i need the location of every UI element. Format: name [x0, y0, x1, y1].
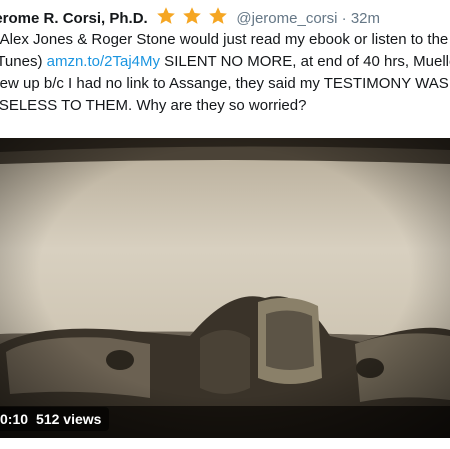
video-view-count: 512 views	[36, 411, 102, 427]
header-separator: ·	[341, 10, 347, 27]
tweet-header: Jerome R. Corsi, Ph.D. @jerome_corsi · 3…	[0, 6, 450, 28]
tweet-text-line: If Alex Jones & Roger Stone would just r…	[0, 29, 450, 51]
tweet-timestamp[interactable]: 32m	[351, 10, 380, 27]
tweet-text-segment: (iTunes)	[0, 53, 43, 70]
tweet-text-segment: blew up b/c I had no link to Assange, th…	[0, 75, 449, 92]
star-icon	[157, 7, 175, 24]
tweet-text-line: blew up b/c I had no link to Assange, th…	[0, 73, 450, 95]
star-icon	[209, 7, 228, 24]
author-name[interactable]: Jerome R. Corsi, Ph.D.	[0, 10, 148, 27]
star-icon	[183, 7, 201, 24]
tweet-text-line: USELESS TO THEM. Why are they so worried…	[0, 95, 450, 117]
tweet-text-segment: USELESS TO THEM. Why are they so worried…	[0, 97, 307, 114]
bottom-strip	[0, 438, 450, 449]
tweet-text-segment: If Alex Jones & Roger Stone would just r…	[0, 31, 449, 48]
tweet-text-segment: SILENT NO MORE, at end of 40 hrs, Muelle…	[160, 53, 450, 70]
video-elapsed-time: 0:10	[0, 411, 29, 427]
video-player[interactable]	[0, 138, 450, 438]
author-handle[interactable]: @jerome_corsi	[236, 10, 337, 27]
tweet-text-line: (iTunes) amzn.to/2Taj4My SILENT NO MORE,…	[0, 51, 450, 73]
tweet-text: If Alex Jones & Roger Stone would just r…	[0, 29, 450, 117]
tweet-link[interactable]: amzn.to/2Taj4My	[47, 53, 160, 70]
video-overlay-badge: 0:10 512 views	[0, 407, 110, 431]
video-frame	[0, 138, 450, 438]
